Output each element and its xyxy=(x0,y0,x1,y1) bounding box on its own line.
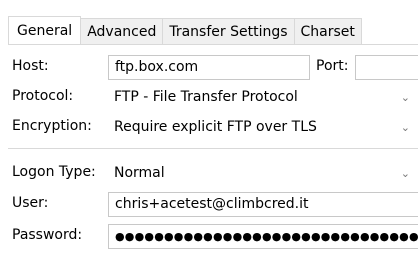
chevron-down-icon: ⌄ xyxy=(400,167,410,180)
chevron-down-icon: ⌄ xyxy=(400,91,410,104)
host-label: Host: xyxy=(12,58,49,74)
chevron-down-icon: ⌄ xyxy=(400,121,410,134)
encryption-select[interactable]: Require explicit FTP over TLS ⌄ xyxy=(108,115,418,140)
port-label: Port: xyxy=(316,58,349,74)
protocol-label: Protocol: xyxy=(12,88,74,104)
protocol-select[interactable]: FTP - File Transfer Protocol ⌄ xyxy=(108,85,418,110)
site-manager-general-panel: General Advanced Transfer Settings Chars… xyxy=(0,0,418,253)
tab-advanced[interactable]: Advanced xyxy=(81,18,164,45)
tab-charset[interactable]: Charset xyxy=(294,18,362,45)
tab-general[interactable]: General xyxy=(8,16,82,45)
host-input[interactable]: ftp.box.com xyxy=(108,55,310,80)
protocol-value: FTP - File Transfer Protocol xyxy=(114,89,298,105)
password-label: Password: xyxy=(12,227,83,243)
tab-divider xyxy=(8,44,418,45)
tab-transfer-settings[interactable]: Transfer Settings xyxy=(163,18,295,45)
logon-type-select[interactable]: Normal ⌄ xyxy=(108,161,418,186)
user-input[interactable]: chris+acetest@climbcred.it xyxy=(108,192,418,217)
user-label: User: xyxy=(12,195,49,211)
encryption-label: Encryption: xyxy=(12,118,92,134)
port-input[interactable] xyxy=(355,55,418,80)
encryption-value: Require explicit FTP over TLS xyxy=(114,119,317,135)
logon-type-label: Logon Type: xyxy=(12,164,96,180)
logon-type-value: Normal xyxy=(114,165,165,181)
tab-bar: General Advanced Transfer Settings Chars… xyxy=(8,16,362,45)
section-divider xyxy=(8,148,418,149)
password-input[interactable]: ●●●●●●●●●●●●●●●●●●●●●●●●●●●●●●●● xyxy=(108,224,418,249)
